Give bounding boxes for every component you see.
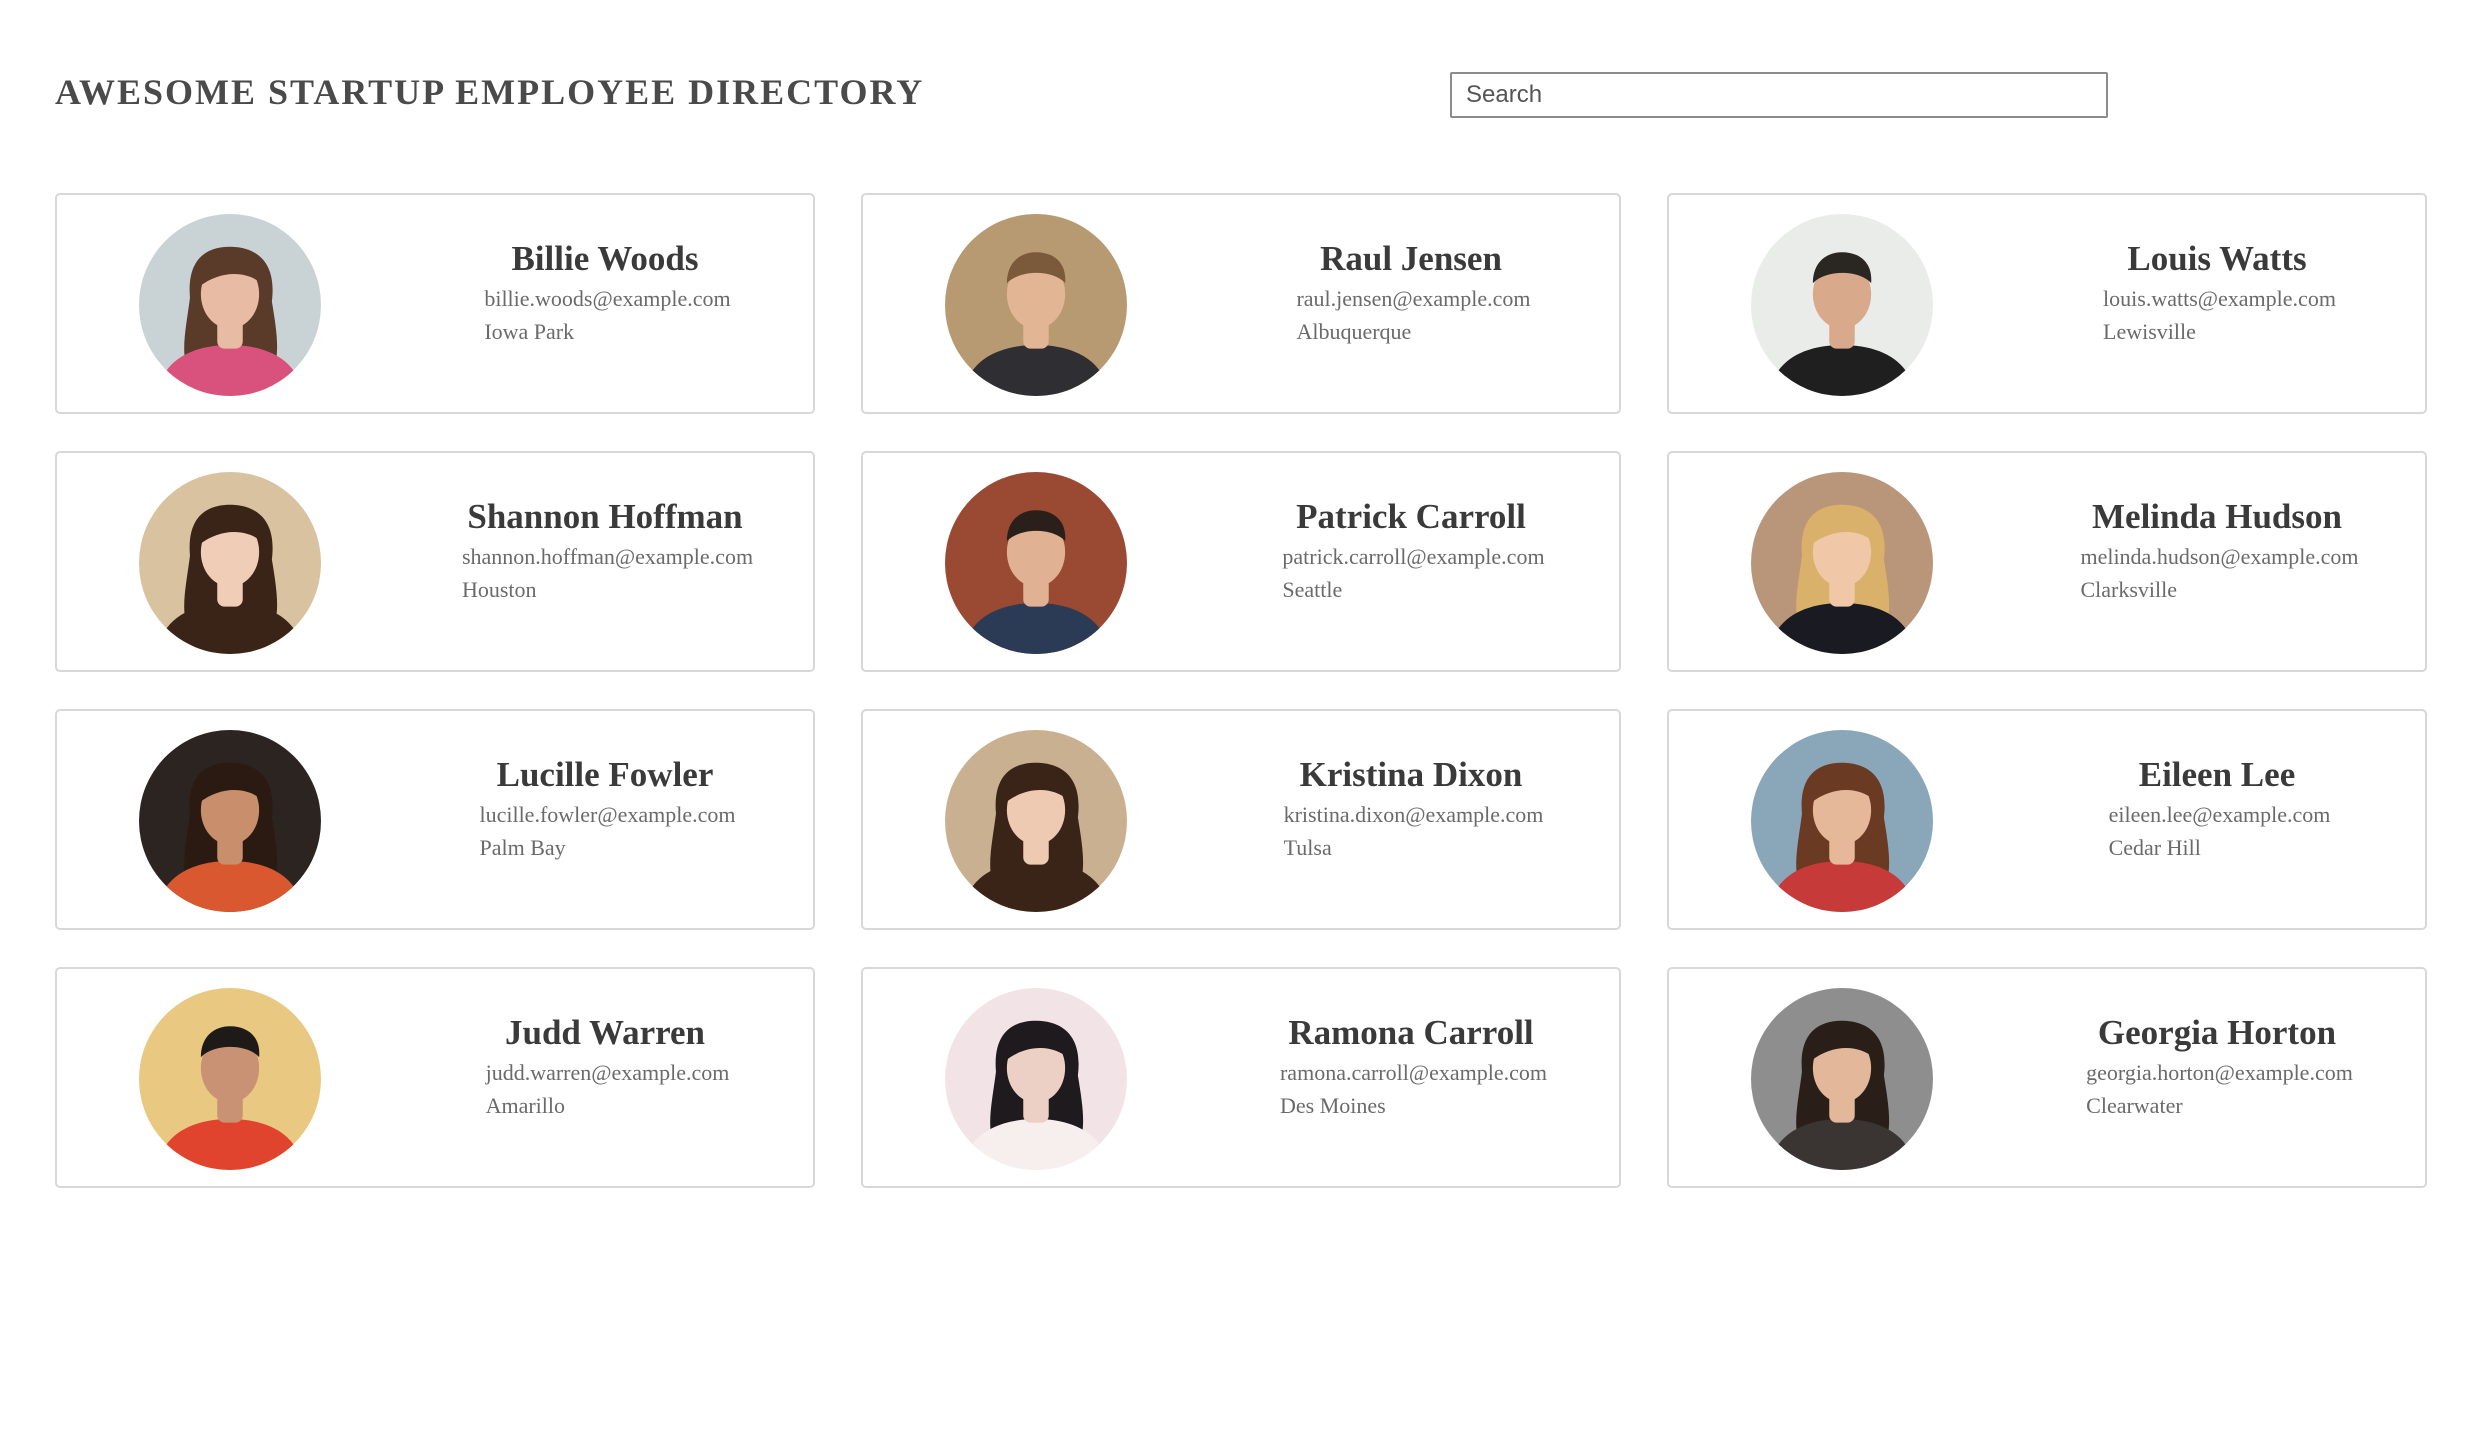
employee-grid: Billie Woods billie.woods@example.com Io… xyxy=(55,193,2427,1188)
employee-photo xyxy=(1751,214,1933,396)
employee-card[interactable]: Shannon Hoffman shannon.hoffman@example.… xyxy=(55,451,815,672)
employee-photo xyxy=(945,472,1127,654)
employee-card[interactable]: Raul Jensen raul.jensen@example.com Albu… xyxy=(861,193,1621,414)
employee-info: Georgia Horton georgia.horton@example.co… xyxy=(2009,1013,2425,1122)
employee-info: Louis Watts louis.watts@example.com Lewi… xyxy=(2009,239,2425,348)
employee-info: Eileen Lee eileen.lee@example.com Cedar … xyxy=(2009,755,2425,864)
page-title: AWESOME STARTUP EMPLOYEE DIRECTORY xyxy=(55,72,925,112)
employee-photo xyxy=(945,988,1127,1170)
employee-city: Clarksville xyxy=(2080,577,2177,602)
employee-photo xyxy=(1751,988,1933,1170)
search-input[interactable] xyxy=(1450,72,2108,118)
employee-city: Seattle xyxy=(1282,577,1343,602)
employee-email: melinda.hudson@example.com xyxy=(2080,544,2359,569)
employee-name: Lucille Fowler xyxy=(496,755,714,794)
employee-city: Lewisville xyxy=(2103,319,2196,344)
employee-email: raul.jensen@example.com xyxy=(1296,286,1531,311)
employee-card[interactable]: Lucille Fowler lucille.fowler@example.co… xyxy=(55,709,815,930)
employee-name: Louis Watts xyxy=(2127,239,2307,278)
employee-photo xyxy=(139,472,321,654)
employee-photo xyxy=(139,214,321,396)
employee-city: Cedar Hill xyxy=(2108,835,2201,860)
employee-city: Palm Bay xyxy=(479,835,566,860)
employee-card[interactable]: Patrick Carroll patrick.carroll@example.… xyxy=(861,451,1621,672)
employee-card[interactable]: Kristina Dixon kristina.dixon@example.co… xyxy=(861,709,1621,930)
employee-info: Melinda Hudson melinda.hudson@example.co… xyxy=(2009,497,2425,606)
employee-card[interactable]: Billie Woods billie.woods@example.com Io… xyxy=(55,193,815,414)
employee-info: Judd Warren judd.warren@example.com Amar… xyxy=(397,1013,813,1122)
employee-city: Des Moines xyxy=(1279,1093,1386,1118)
page-header: AWESOME STARTUP EMPLOYEE DIRECTORY xyxy=(55,70,2425,122)
employee-card[interactable]: Louis Watts louis.watts@example.com Lewi… xyxy=(1667,193,2427,414)
employee-info: Shannon Hoffman shannon.hoffman@example.… xyxy=(397,497,813,606)
employee-info: Patrick Carroll patrick.carroll@example.… xyxy=(1203,497,1619,606)
employee-card[interactable]: Georgia Horton georgia.horton@example.co… xyxy=(1667,967,2427,1188)
employee-card[interactable]: Melinda Hudson melinda.hudson@example.co… xyxy=(1667,451,2427,672)
employee-name: Shannon Hoffman xyxy=(467,497,743,536)
employee-info: Raul Jensen raul.jensen@example.com Albu… xyxy=(1203,239,1619,348)
employee-name: Judd Warren xyxy=(504,1013,706,1052)
employee-name: Patrick Carroll xyxy=(1296,497,1526,536)
employee-email: shannon.hoffman@example.com xyxy=(461,544,754,569)
employee-city: Tulsa xyxy=(1283,835,1332,860)
employee-email: georgia.horton@example.com xyxy=(2086,1060,2353,1085)
employee-info: Kristina Dixon kristina.dixon@example.co… xyxy=(1203,755,1619,864)
employee-photo xyxy=(945,730,1127,912)
employee-email: judd.warren@example.com xyxy=(485,1060,730,1085)
employee-city: Iowa Park xyxy=(484,319,575,344)
employee-email: lucille.fowler@example.com xyxy=(479,802,736,827)
employee-name: Ramona Carroll xyxy=(1288,1013,1534,1052)
employee-city: Clearwater xyxy=(2086,1093,2183,1118)
employee-name: Kristina Dixon xyxy=(1299,755,1523,794)
employee-name: Georgia Horton xyxy=(2097,1013,2337,1052)
employee-email: billie.woods@example.com xyxy=(484,286,731,311)
employee-name: Melinda Hudson xyxy=(2092,497,2342,536)
employee-card[interactable]: Judd Warren judd.warren@example.com Amar… xyxy=(55,967,815,1188)
employee-photo xyxy=(945,214,1127,396)
employee-email: louis.watts@example.com xyxy=(2103,286,2336,311)
employee-city: Amarillo xyxy=(485,1093,566,1118)
employee-city: Houston xyxy=(461,577,537,602)
employee-email: patrick.carroll@example.com xyxy=(1282,544,1545,569)
employee-name: Raul Jensen xyxy=(1320,239,1502,278)
employee-photo xyxy=(139,988,321,1170)
employee-info: Lucille Fowler lucille.fowler@example.co… xyxy=(397,755,813,864)
employee-name: Billie Woods xyxy=(511,239,699,278)
employee-photo xyxy=(1751,472,1933,654)
employee-email: ramona.carroll@example.com xyxy=(1279,1060,1548,1085)
employee-email: eileen.lee@example.com xyxy=(2108,802,2331,827)
employee-city: Albuquerque xyxy=(1296,319,1412,344)
employee-name: Eileen Lee xyxy=(2138,755,2296,794)
employee-card[interactable]: Eileen Lee eileen.lee@example.com Cedar … xyxy=(1667,709,2427,930)
employee-info: Ramona Carroll ramona.carroll@example.co… xyxy=(1203,1013,1619,1122)
employee-info: Billie Woods billie.woods@example.com Io… xyxy=(397,239,813,348)
employee-card[interactable]: Ramona Carroll ramona.carroll@example.co… xyxy=(861,967,1621,1188)
employee-photo xyxy=(139,730,321,912)
employee-photo xyxy=(1751,730,1933,912)
employee-email: kristina.dixon@example.com xyxy=(1283,802,1544,827)
